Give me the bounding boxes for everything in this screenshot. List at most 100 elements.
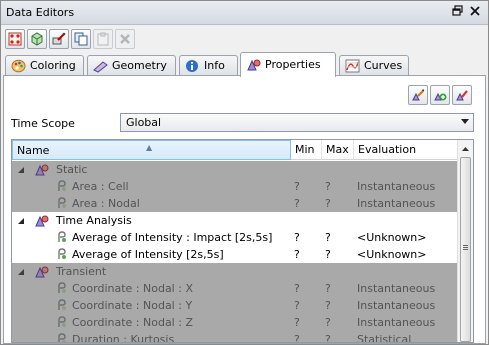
property-evaluation: Instantaneous <box>357 180 436 193</box>
property-icon <box>58 333 66 342</box>
collapse-triangle-icon[interactable] <box>17 268 25 276</box>
group-name: Time Analysis <box>56 214 132 227</box>
tab-info[interactable]: Info <box>179 55 238 76</box>
node-edit-icon <box>52 32 66 45</box>
property-name: Area : Cell <box>72 180 129 193</box>
remove-property-button[interactable] <box>452 85 472 105</box>
remove-property-icon <box>456 90 468 101</box>
paste-button[interactable] <box>93 29 113 49</box>
column-header-max[interactable]: Max <box>322 140 354 160</box>
add-property-icon <box>434 92 447 101</box>
edit-property-button[interactable] <box>408 85 428 105</box>
property-group-icon <box>35 164 49 176</box>
property-max: ? <box>325 316 331 329</box>
property-evaluation: <Unknown> <box>357 248 427 261</box>
property-icon <box>58 282 66 293</box>
tab-label: Coloring <box>30 59 76 72</box>
paste-icon <box>97 32 109 46</box>
tab-label: Curves <box>364 59 403 72</box>
property-max: ? <box>325 231 331 244</box>
property-max: ? <box>325 197 331 210</box>
property-group-icon <box>35 266 49 278</box>
copy-button[interactable] <box>71 29 91 49</box>
cube-add-icon <box>31 32 43 46</box>
copy-icon <box>74 32 88 46</box>
restore-icon[interactable] <box>451 5 465 19</box>
column-header-name[interactable]: ▲ Name <box>12 140 291 160</box>
property-max: ? <box>325 248 331 261</box>
tab-geometry[interactable]: Geometry <box>87 55 176 76</box>
edit-property-icon <box>412 89 425 101</box>
property-icon <box>58 316 66 327</box>
property-name: Average of Intensity [2s,5s] <box>72 248 224 261</box>
property-row[interactable]: Duration : Kurtosis?? Statistical <box>12 331 458 343</box>
delete-icon <box>120 34 130 44</box>
model-view-button[interactable] <box>5 29 25 49</box>
property-icon <box>58 231 66 242</box>
property-min: ? <box>294 197 300 210</box>
edit-node-button[interactable] <box>49 29 69 49</box>
properties-panel: Time Scope Global ▲ Name Min Max Evaluat… <box>3 75 486 344</box>
property-icon <box>58 180 66 191</box>
property-min: ? <box>294 231 300 244</box>
property-icon <box>58 197 66 208</box>
property-name: Coordinate : Nodal : Y <box>72 299 193 312</box>
tab-label: Info <box>204 59 225 72</box>
scroll-up-icon[interactable] <box>460 142 471 156</box>
property-evaluation: Instantaneous <box>357 299 436 312</box>
property-row[interactable]: Average of Intensity : Impact [2s,5s]?? <… <box>12 229 458 246</box>
column-header-min[interactable]: Min <box>291 140 322 160</box>
close-icon[interactable] <box>468 5 482 19</box>
add-part-button[interactable] <box>27 29 47 49</box>
property-evaluation: Instantaneous <box>357 316 436 329</box>
scrollbar-thumb[interactable] <box>460 157 471 342</box>
collapse-triangle-icon[interactable] <box>17 217 25 225</box>
chevron-down-icon <box>461 119 469 124</box>
property-name: Duration : Kurtosis <box>72 333 175 343</box>
properties-icon <box>246 57 262 80</box>
property-evaluation: <Unknown> <box>357 231 427 244</box>
property-row[interactable]: Coordinate : Nodal : X?? Instantaneous <box>12 280 458 297</box>
property-group-icon <box>35 215 49 227</box>
property-icon <box>58 248 66 259</box>
property-min: ? <box>294 316 300 329</box>
property-icon <box>58 299 66 310</box>
tab-label: Properties <box>265 58 321 71</box>
tab-coloring[interactable]: Coloring <box>5 55 84 76</box>
property-row[interactable]: Coordinate : Nodal : Z?? Instantaneous <box>12 314 458 331</box>
property-max: ? <box>325 180 331 193</box>
property-row[interactable]: Area : Cell?? Instantaneous <box>12 178 458 195</box>
vertical-scrollbar[interactable] <box>457 140 473 342</box>
model-view-icon <box>8 32 22 46</box>
group-name: Transient <box>56 265 107 278</box>
property-row[interactable]: Average of Intensity [2s,5s]?? <Unknown> <box>12 246 458 263</box>
property-max: ? <box>325 299 331 312</box>
column-header-evaluation[interactable]: Evaluation <box>354 140 458 160</box>
group-row[interactable]: Transient <box>12 263 458 280</box>
property-evaluation: Statistical <box>357 333 412 343</box>
property-name: Coordinate : Nodal : Z <box>72 316 193 329</box>
property-evaluation: Instantaneous <box>357 282 436 295</box>
tab-curves[interactable]: Curves <box>339 55 409 76</box>
data-editors-window: Data Editors Coloring Geometry Info Prop… <box>0 0 489 345</box>
property-row[interactable]: Area : Nodal?? Instantaneous <box>12 195 458 212</box>
delete-button[interactable] <box>115 29 135 49</box>
time-scope-label: Time Scope <box>11 117 75 130</box>
group-row[interactable]: Time Analysis <box>12 212 458 229</box>
add-property-button[interactable] <box>430 85 450 105</box>
property-name: Area : Nodal <box>72 197 140 210</box>
group-row[interactable]: Static <box>12 161 458 178</box>
window-title: Data Editors <box>6 6 75 19</box>
tab-properties[interactable]: Properties <box>240 52 336 77</box>
property-row[interactable]: Coordinate : Nodal : Y?? Instantaneous <box>12 297 458 314</box>
property-min: ? <box>294 333 300 343</box>
time-scope-select[interactable]: Global <box>120 113 474 132</box>
sort-ascending-icon: ▲ <box>146 143 153 152</box>
collapse-triangle-icon[interactable] <box>17 166 25 174</box>
property-max: ? <box>325 282 331 295</box>
property-min: ? <box>294 180 300 193</box>
grid-header: ▲ Name Min Max Evaluation <box>12 140 458 160</box>
property-min: ? <box>294 299 300 312</box>
tab-label: Geometry <box>112 59 167 72</box>
title-bar: Data Editors <box>1 1 488 25</box>
